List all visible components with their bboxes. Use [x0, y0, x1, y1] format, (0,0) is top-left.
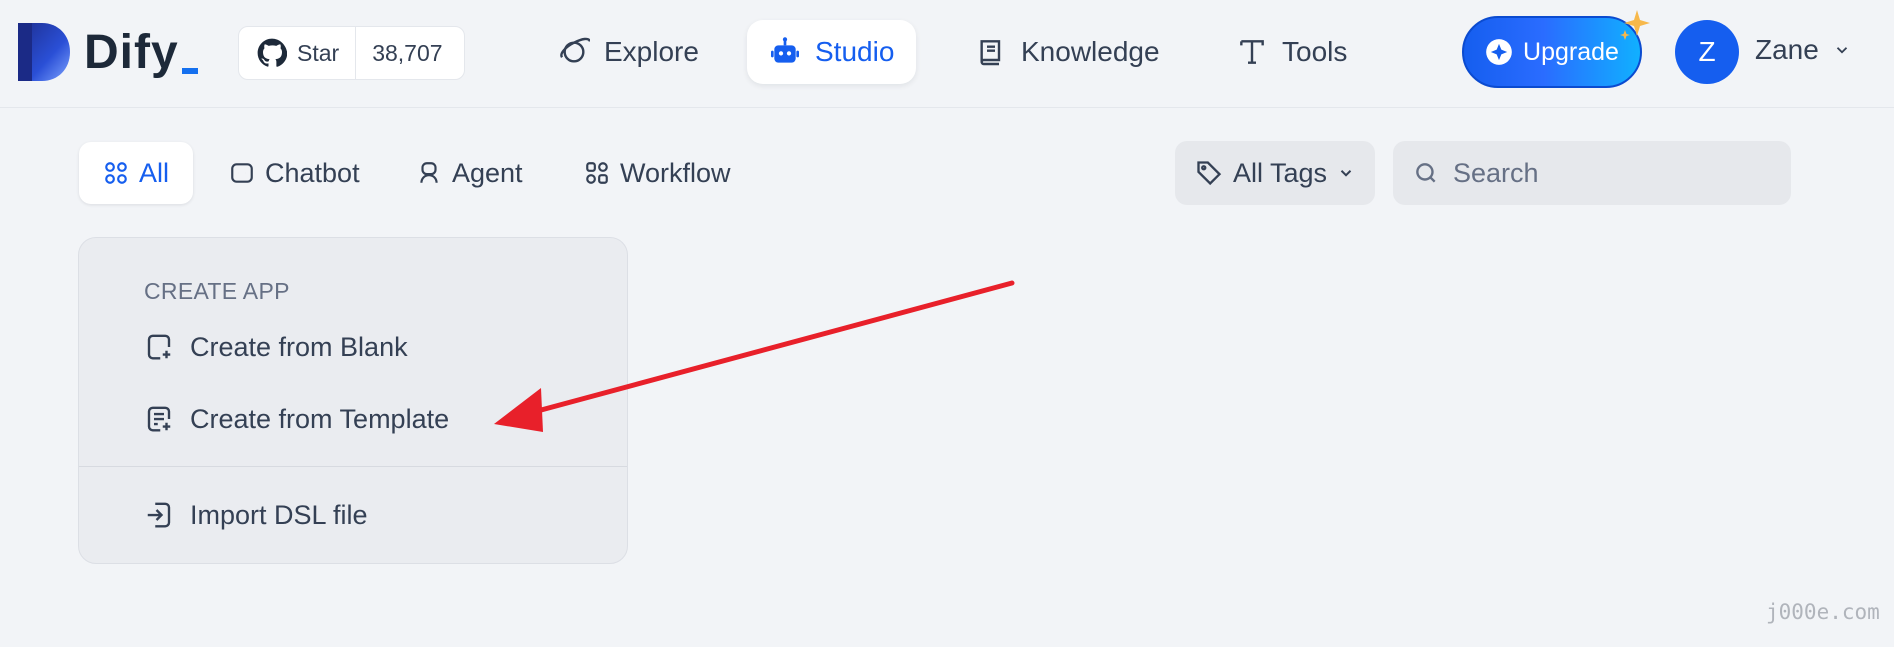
create-from-blank-label: Create from Blank: [190, 331, 408, 362]
github-icon: [257, 38, 287, 67]
upgrade-button[interactable]: Upgrade: [1462, 16, 1642, 88]
card-divider: [79, 466, 627, 467]
user-avatar[interactable]: Z: [1675, 20, 1739, 84]
nav-knowledge[interactable]: Knowledge: [953, 20, 1182, 84]
nav-tools[interactable]: Tools: [1214, 20, 1369, 84]
watermark: j000e.com: [1766, 600, 1880, 624]
grid-icon: [105, 162, 127, 184]
planet-icon: [560, 37, 590, 63]
tag-icon: [1197, 161, 1222, 186]
search-input[interactable]: [1453, 157, 1773, 189]
tab-agent[interactable]: Agent: [392, 142, 547, 204]
import-icon: [147, 502, 171, 528]
github-star-widget[interactable]: Star 38,707: [238, 26, 465, 80]
create-from-template-button[interactable]: Create from Template: [144, 399, 449, 439]
chevron-down-icon: [1340, 170, 1352, 177]
logo-cursor: [181, 68, 198, 74]
nav-tools-label: Tools: [1282, 36, 1348, 67]
tab-chatbot-label: Chatbot: [265, 157, 360, 188]
tab-all[interactable]: All: [79, 142, 194, 204]
tab-chatbot[interactable]: Chatbot: [205, 142, 384, 204]
nav-studio[interactable]: Studio: [747, 20, 917, 84]
create-app-title: CREATE APP: [144, 278, 290, 304]
github-star-button[interactable]: Star: [239, 27, 357, 79]
nav-studio-label: Studio: [815, 36, 895, 67]
workflow-icon: [586, 162, 608, 184]
dify-logo[interactable]: Dify: [18, 22, 198, 82]
nav-knowledge-label: Knowledge: [1021, 36, 1160, 67]
chevron-down-icon: [1836, 47, 1847, 54]
book-icon: [980, 40, 1001, 66]
user-name: Zane: [1755, 34, 1819, 65]
nav-explore[interactable]: Explore: [536, 20, 721, 84]
import-dsl-button[interactable]: Import DSL file: [144, 495, 368, 535]
search-box[interactable]: [1393, 141, 1791, 205]
upgrade-icon: [1486, 39, 1512, 65]
search-icon: [1416, 163, 1436, 183]
tab-agent-label: Agent: [452, 157, 523, 188]
tools-icon: [1240, 40, 1264, 64]
github-star-label: Star: [297, 39, 340, 66]
tab-workflow-label: Workflow: [620, 157, 731, 188]
upgrade-label: Upgrade: [1523, 37, 1619, 66]
tab-workflow[interactable]: Workflow: [560, 142, 755, 204]
all-tags-label: All Tags: [1233, 157, 1328, 188]
template-file-icon: [147, 406, 171, 432]
create-from-blank-button[interactable]: Create from Blank: [144, 327, 408, 367]
chatbot-icon: [231, 163, 253, 183]
create-from-template-label: Create from Template: [190, 403, 450, 434]
robot-icon: [771, 37, 799, 63]
github-star-count[interactable]: 38,707: [356, 40, 458, 67]
logo-wordmark: Dify: [84, 25, 179, 79]
user-menu[interactable]: Zane: [1755, 34, 1851, 66]
sparkle-icon: [1620, 10, 1650, 40]
top-header: Dify Star 38,707 Explore Studio Knowledg…: [0, 0, 1894, 108]
all-tags-dropdown[interactable]: All Tags: [1175, 141, 1375, 205]
create-app-card: CREATE APP Create from Blank Create from…: [78, 237, 628, 564]
nav-explore-label: Explore: [604, 36, 699, 67]
import-dsl-label: Import DSL file: [190, 499, 368, 530]
agent-icon: [420, 162, 438, 183]
tab-all-label: All: [139, 157, 170, 188]
dify-logo-icon: [18, 23, 70, 81]
new-file-icon: [147, 334, 171, 360]
